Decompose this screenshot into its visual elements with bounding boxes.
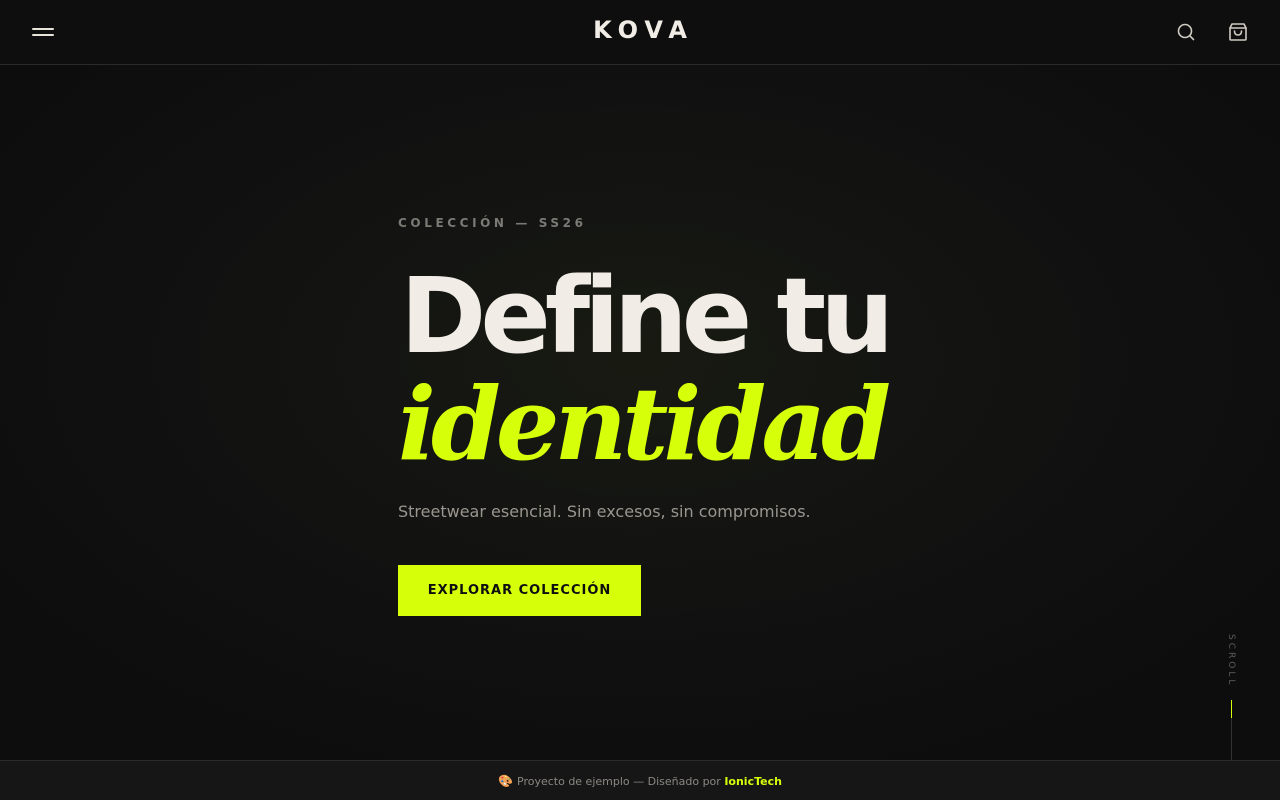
footer-text: Proyecto de ejemplo — Diseñado por — [517, 775, 721, 788]
hero-title-line-1: Define tu — [400, 255, 894, 377]
scroll-label: SCROLL — [1226, 634, 1236, 688]
footer-credit-link[interactable]: IonicTech — [724, 775, 782, 788]
top-header: KOVA — [0, 0, 1280, 65]
hero-title-line-2: identidad — [398, 365, 891, 483]
hero-section: COLECCIÓN — SS26 Define tu identidad Str… — [398, 216, 958, 616]
scroll-indicator[interactable]: SCROLL — [1222, 634, 1240, 760]
explore-collection-button[interactable]: EXPLORAR COLECCIÓN — [398, 565, 641, 616]
menu-line — [32, 34, 54, 36]
scroll-track — [1231, 700, 1232, 760]
footer-bar: 🎨 Proyecto de ejemplo — Diseñado por Ioni… — [0, 760, 1280, 800]
page: KOVA COLECCIÓN — SS26 Define tu identida… — [0, 0, 1280, 800]
search-icon[interactable] — [1173, 19, 1199, 45]
hamburger-menu-icon[interactable] — [30, 20, 56, 44]
brand-logo: KOVA — [593, 16, 694, 44]
menu-line — [32, 28, 54, 30]
shopping-bag-icon[interactable] — [1225, 19, 1251, 45]
scroll-progress — [1231, 700, 1232, 718]
palette-icon: 🎨 — [498, 774, 513, 788]
hero-subtitle: Streetwear esencial. Sin excesos, sin co… — [398, 502, 811, 521]
collection-eyebrow: COLECCIÓN — SS26 — [398, 216, 587, 230]
